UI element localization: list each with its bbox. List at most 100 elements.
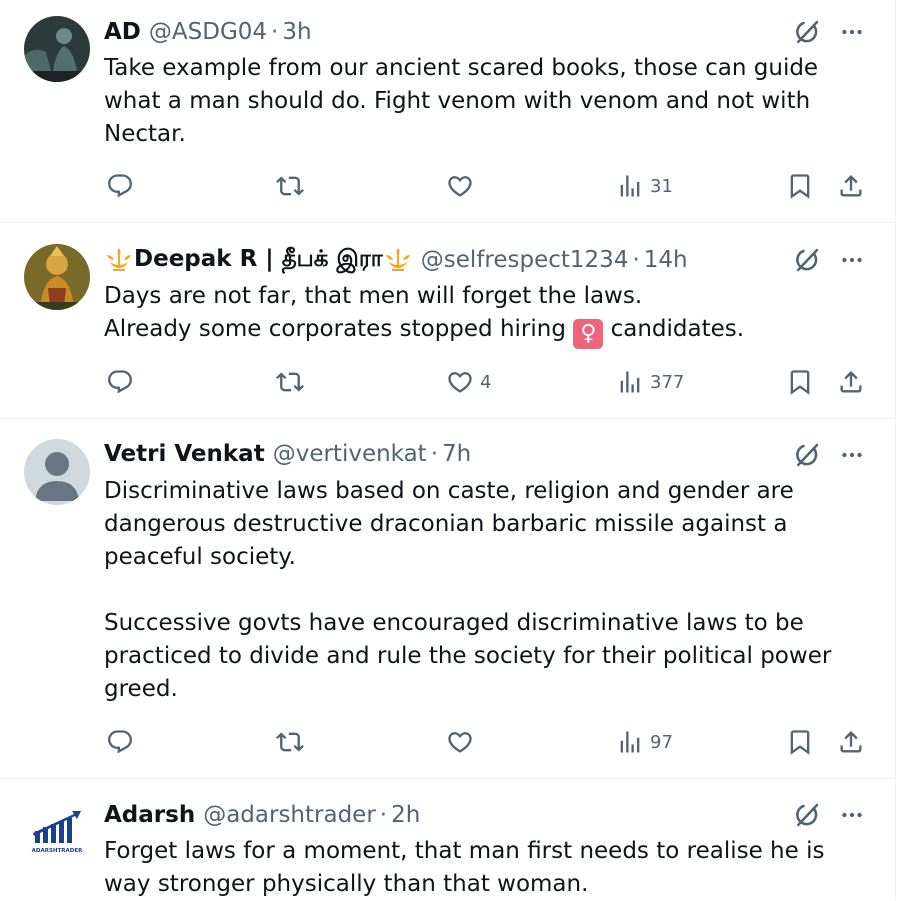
avatar[interactable]	[24, 16, 90, 82]
separator: ·	[271, 19, 279, 45]
tweet-line: way stronger physically than that woman.	[104, 871, 589, 897]
emblem-icon	[104, 247, 134, 273]
action-bar: 4 377	[0, 365, 895, 399]
timestamp[interactable]: 7h	[442, 441, 471, 467]
timestamp[interactable]: 2h	[391, 802, 420, 828]
view-count: 31	[650, 175, 673, 197]
repost-button[interactable]	[276, 725, 310, 759]
repost-icon	[276, 368, 304, 396]
tweet-header: Adarsh @adarshtrader · 2h	[104, 799, 420, 831]
reply-button[interactable]	[106, 365, 140, 399]
display-name[interactable]: Vetri Venkat	[104, 441, 265, 467]
views-button[interactable]: 377	[616, 365, 684, 399]
grok-icon	[793, 801, 821, 829]
tweet-line: what a man should do. Fight venom with v…	[104, 88, 811, 114]
like-icon	[446, 728, 474, 756]
avatar[interactable]: ADARSHTRADER	[24, 799, 90, 865]
action-bar: 31	[0, 169, 895, 203]
tweet-header: Vetri Venkat @vertivenkat · 7h	[104, 438, 471, 470]
view-count: 377	[650, 371, 685, 393]
tweet-header: Deepak R | தீபக் இரா @selfrespect1234 · …	[104, 244, 688, 276]
emblem-icon	[383, 247, 413, 273]
bookmark-button[interactable]	[786, 725, 814, 759]
bookmark-icon	[786, 728, 814, 756]
timestamp[interactable]: 14h	[644, 247, 688, 273]
avatar[interactable]	[24, 244, 90, 310]
separator: ·	[379, 802, 388, 828]
more-icon	[839, 802, 865, 828]
more-icon	[839, 247, 865, 273]
avatar[interactable]	[24, 439, 90, 505]
share-icon	[837, 368, 865, 396]
tweet-line: Days are not far, that men will forget t…	[104, 283, 643, 309]
tweet-adarsh[interactable]: ADARSHTRADER Adarsh @adarshtrader · 2h F…	[0, 779, 895, 899]
handle[interactable]: @adarshtrader	[203, 802, 376, 828]
like-icon	[446, 172, 474, 200]
handle[interactable]: @ASDG04	[149, 19, 267, 45]
display-name[interactable]: Adarsh	[104, 802, 195, 828]
repost-icon	[276, 172, 304, 200]
display-name[interactable]: Deepak R | தீபக் இரா	[134, 246, 383, 275]
tweet-deepak[interactable]: Deepak R | தீபக் இரா @selfrespect1234 · …	[0, 223, 895, 419]
like-button[interactable]: 4	[446, 365, 491, 399]
reply-button[interactable]	[106, 725, 140, 759]
timestamp[interactable]: 3h	[282, 19, 311, 45]
grok-button[interactable]	[790, 243, 824, 277]
more-button[interactable]	[834, 243, 870, 277]
more-button[interactable]	[834, 798, 870, 832]
more-icon	[839, 19, 865, 45]
more-button[interactable]	[834, 438, 870, 472]
grok-button[interactable]	[790, 438, 824, 472]
tweet-line: Forget laws for a moment, that man first…	[104, 838, 825, 864]
tweet-text: Take example from our ancient scared boo…	[104, 52, 864, 151]
bookmark-button[interactable]	[786, 365, 814, 399]
tweet-line: Successive govts have encouraged discrim…	[104, 610, 804, 636]
reply-icon	[106, 172, 134, 200]
tweet-text: Forget laws for a moment, that man first…	[104, 835, 864, 901]
repost-button[interactable]	[276, 365, 310, 399]
more-icon	[839, 442, 865, 468]
tweet-ad[interactable]: AD @ASDG04 · 3h Take example from our an…	[0, 0, 895, 223]
like-button[interactable]	[446, 725, 480, 759]
bookmark-icon	[786, 368, 814, 396]
more-button[interactable]	[834, 15, 870, 49]
views-icon	[616, 728, 644, 756]
like-icon	[446, 368, 474, 396]
reply-icon	[106, 728, 134, 756]
repost-button[interactable]	[276, 169, 310, 203]
tweet-header: AD @ASDG04 · 3h	[104, 16, 312, 48]
share-button[interactable]	[837, 725, 865, 759]
reply-button[interactable]	[106, 169, 140, 203]
view-count: 97	[650, 731, 673, 753]
bookmark-button[interactable]	[786, 169, 814, 203]
views-button[interactable]: 97	[616, 725, 673, 759]
views-icon	[616, 368, 644, 396]
tweet-line: practiced to divide and rule the society…	[104, 643, 832, 669]
share-button[interactable]	[837, 169, 865, 203]
tweet-line-part: candidates.	[603, 316, 745, 342]
bookmark-icon	[786, 172, 814, 200]
repost-icon	[276, 728, 304, 756]
tweet-line: dangerous destructive draconian barbaric…	[104, 511, 788, 537]
reply-feed: AD @ASDG04 · 3h Take example from our an…	[0, 0, 896, 899]
share-button[interactable]	[837, 365, 865, 399]
handle[interactable]: @vertivenkat	[273, 441, 427, 467]
tweet-vetri[interactable]: Vetri Venkat @vertivenkat · 7h Discrimin…	[0, 419, 895, 779]
tweet-line: peaceful society.	[104, 544, 296, 570]
tweet-line: greed.	[104, 676, 178, 702]
reply-icon	[106, 368, 134, 396]
tweet-line: Discriminative laws based on caste, reli…	[104, 478, 794, 504]
separator: ·	[632, 247, 640, 273]
tweet-line-part: Already some corporates stopped hiring	[104, 316, 574, 342]
grok-icon	[793, 246, 821, 274]
views-icon	[616, 172, 644, 200]
tweet-line	[104, 574, 864, 607]
grok-button[interactable]	[790, 798, 824, 832]
views-button[interactable]: 31	[616, 169, 673, 203]
like-button[interactable]	[446, 169, 480, 203]
grok-button[interactable]	[790, 15, 824, 49]
display-name[interactable]: AD	[104, 19, 141, 45]
tweet-text: Days are not far, that men will forget t…	[104, 280, 864, 349]
handle[interactable]: @selfrespect1234	[421, 247, 629, 273]
tweet-text: Discriminative laws based on caste, reli…	[104, 475, 864, 706]
